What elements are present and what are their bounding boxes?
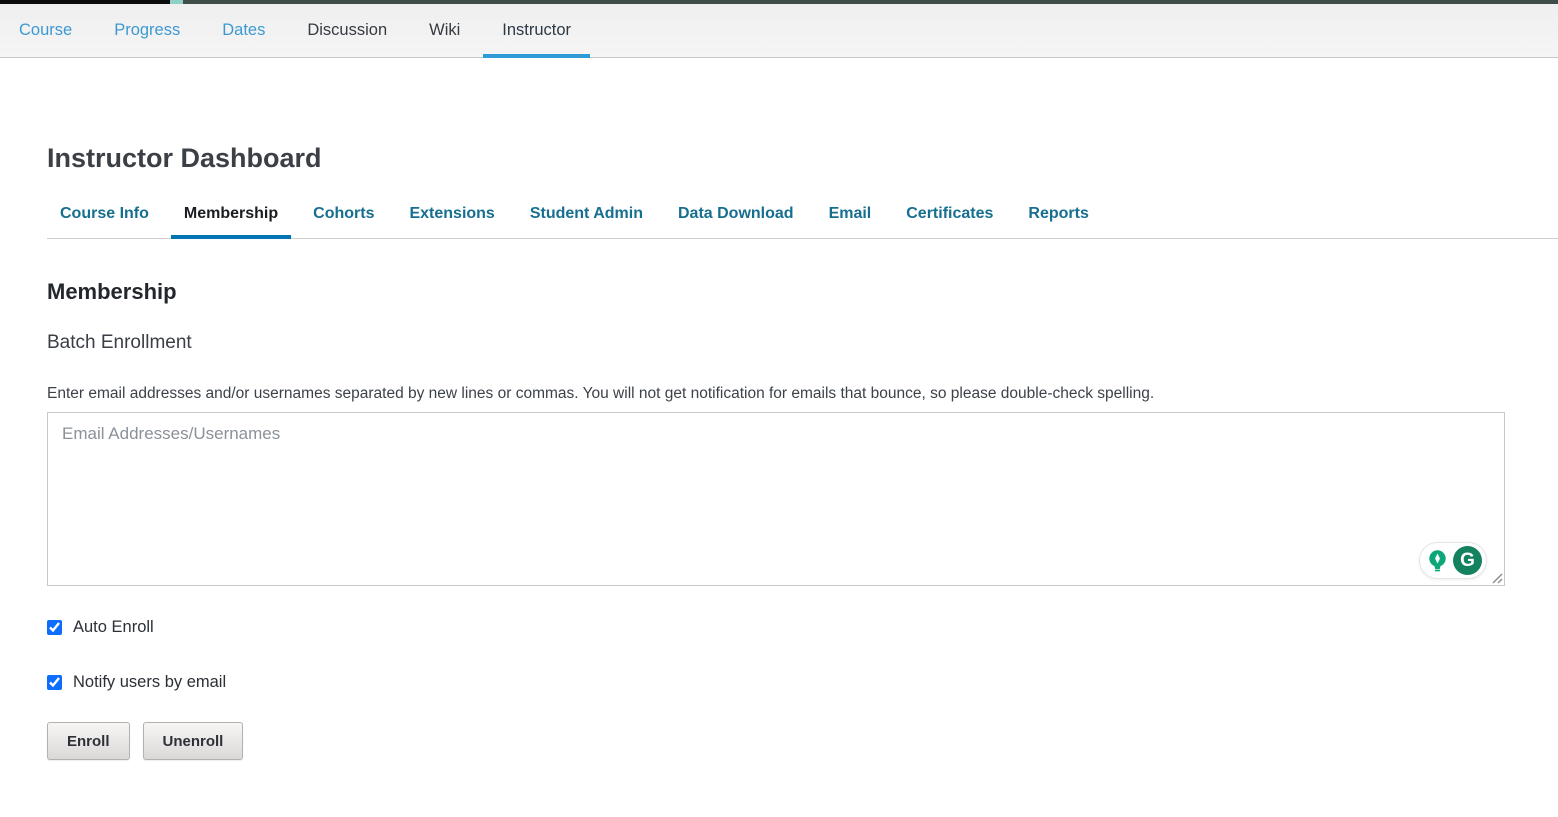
notify-users-label: Notify users by email <box>73 673 226 692</box>
notify-users-row: Notify users by email <box>47 673 1558 692</box>
tab-student-admin[interactable]: Student Admin <box>517 205 656 239</box>
nav-item-progress[interactable]: Progress <box>95 4 199 57</box>
enrollment-buttons-row: Enroll Unenroll <box>47 722 1558 760</box>
course-navigation: Course Progress Dates Discussion Wiki In… <box>0 4 1558 58</box>
page-title: Instructor Dashboard <box>47 143 1558 174</box>
batch-enrollment-description: Enter email addresses and/or usernames s… <box>47 385 1558 403</box>
unenroll-button[interactable]: Unenroll <box>143 722 244 760</box>
batch-enrollment-textarea-wrapper: G <box>47 412 1505 586</box>
grammarly-logo-icon[interactable]: G <box>1453 546 1482 575</box>
enroll-button[interactable]: Enroll <box>47 722 130 760</box>
tab-membership[interactable]: Membership <box>171 205 291 239</box>
tab-cohorts[interactable]: Cohorts <box>300 205 387 239</box>
auto-enroll-checkbox[interactable] <box>47 620 62 635</box>
tab-email[interactable]: Email <box>816 205 885 239</box>
tab-certificates[interactable]: Certificates <box>893 205 1006 239</box>
membership-section-title: Membership <box>47 279 1558 305</box>
instructor-dashboard-tabs: Course Info Membership Cohorts Extension… <box>47 205 1558 239</box>
nav-item-instructor[interactable]: Instructor <box>483 4 590 57</box>
tab-reports[interactable]: Reports <box>1015 205 1101 239</box>
tab-course-info[interactable]: Course Info <box>47 205 162 239</box>
grammarly-widget[interactable]: G <box>1419 542 1487 579</box>
batch-enrollment-title: Batch Enrollment <box>47 332 1558 354</box>
auto-enroll-row: Auto Enroll <box>47 618 1558 637</box>
batch-enrollment-textarea[interactable] <box>47 412 1505 586</box>
textarea-resize-handle[interactable] <box>1491 572 1503 584</box>
grammarly-suggestions-lightbulb-icon[interactable] <box>1424 547 1451 574</box>
main-content: Instructor Dashboard Course Info Members… <box>0 143 1558 760</box>
nav-item-discussion[interactable]: Discussion <box>288 4 406 57</box>
tab-extensions[interactable]: Extensions <box>396 205 507 239</box>
tab-data-download[interactable]: Data Download <box>665 205 807 239</box>
nav-item-course[interactable]: Course <box>0 4 91 57</box>
nav-item-wiki[interactable]: Wiki <box>410 4 479 57</box>
auto-enroll-label: Auto Enroll <box>73 618 154 637</box>
notify-users-checkbox[interactable] <box>47 675 62 690</box>
nav-item-dates[interactable]: Dates <box>203 4 284 57</box>
